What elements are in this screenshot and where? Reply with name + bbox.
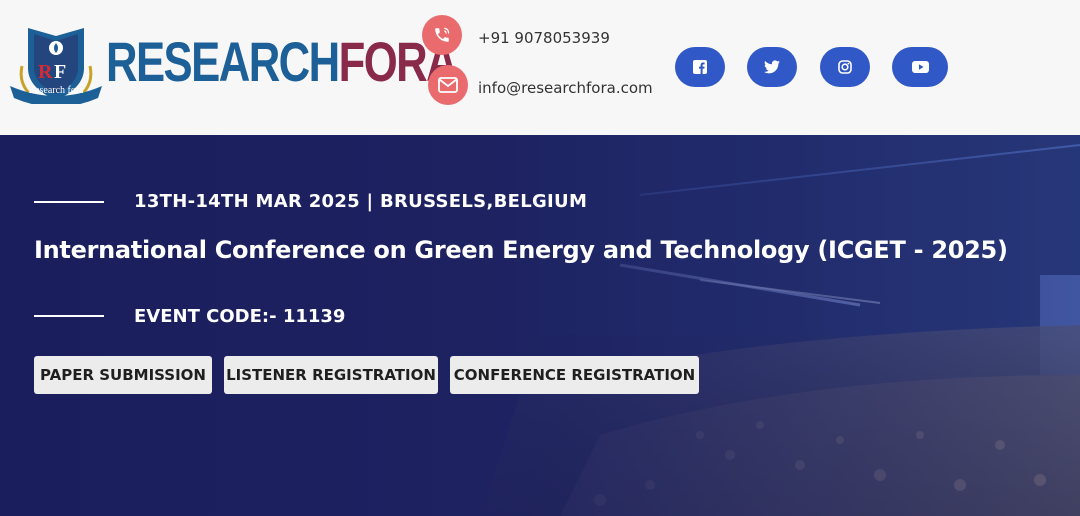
envelope-icon[interactable] — [428, 65, 468, 105]
paper-submission-button[interactable]: PAPER SUBMISSION — [34, 356, 212, 394]
event-code: EVENT CODE:- 11139 — [134, 306, 346, 327]
conference-title: International Conference on Green Energy… — [34, 236, 1008, 264]
event-date-location: 13TH-14TH MAR 2025 | BRUSSELS,BELGIUM — [134, 191, 588, 212]
brand-part-research: RESEARCH — [106, 30, 340, 93]
instagram-button[interactable] — [820, 47, 870, 87]
hero-banner: 13TH-14TH MAR 2025 | BRUSSELS,BELGIUM In… — [0, 135, 1080, 516]
twitter-icon — [764, 60, 780, 74]
brand-name: RESEARCHFORA — [106, 30, 458, 93]
listener-registration-button[interactable]: LISTENER REGISTRATION — [224, 356, 438, 394]
phone-number[interactable]: +91 9078053939 — [478, 29, 610, 47]
twitter-button[interactable] — [747, 47, 797, 87]
conference-registration-button[interactable]: CONFERENCE REGISTRATION — [450, 356, 699, 394]
emblem-ribbon-text: Research fora — [28, 85, 84, 96]
youtube-button[interactable] — [892, 47, 948, 87]
date-divider-line — [34, 201, 104, 203]
svg-text:R: R — [38, 61, 53, 83]
instagram-icon — [838, 60, 852, 74]
code-divider-line — [34, 315, 104, 317]
svg-text:F: F — [54, 61, 66, 83]
youtube-icon — [911, 61, 929, 73]
email-address[interactable]: info@researchfora.com — [478, 79, 653, 97]
facebook-icon — [693, 60, 707, 74]
site-header: R F Research fora RESEARCHFORA +91 90780… — [0, 0, 1080, 135]
facebook-button[interactable] — [675, 47, 725, 87]
researchfora-logo[interactable]: R F Research fora RESEARCHFORA — [8, 26, 458, 104]
phone-icon[interactable] — [422, 15, 462, 55]
